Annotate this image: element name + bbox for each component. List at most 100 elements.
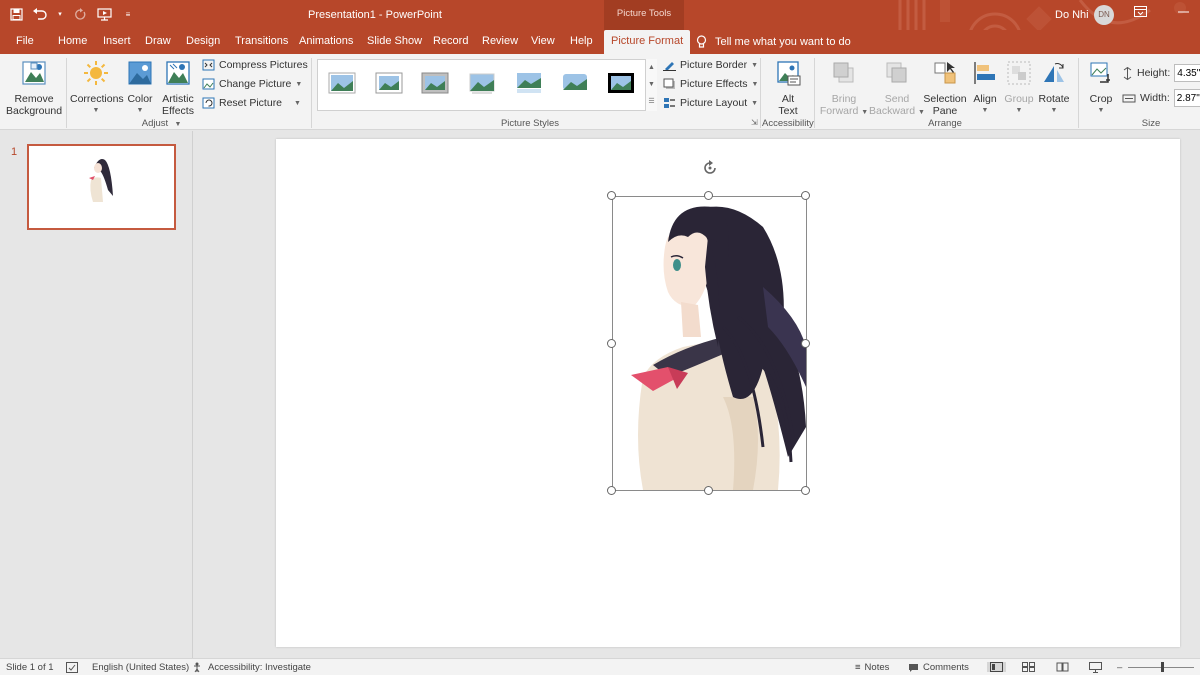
picture-layout-icon: [664, 98, 675, 108]
picture-style-3[interactable]: [421, 72, 449, 94]
gallery-scroll-up-icon[interactable]: ▲: [646, 59, 657, 76]
group-button[interactable]: Group ▼: [1002, 60, 1036, 117]
tab-design[interactable]: Design: [186, 30, 220, 54]
slide-thumbnail[interactable]: [27, 144, 176, 230]
rotate-handle-icon[interactable]: [700, 158, 720, 178]
redo-icon[interactable]: [72, 5, 88, 23]
tab-insert[interactable]: Insert: [103, 30, 131, 54]
language-indicator[interactable]: English (United States): [92, 662, 189, 673]
separator: [814, 58, 815, 128]
bring-forward-label-line2: Forward: [819, 105, 859, 117]
tab-picture-format[interactable]: Picture Format: [604, 30, 691, 54]
send-backward-label-line1: Send: [884, 93, 910, 105]
tell-me-search[interactable]: Tell me what you want to do: [696, 30, 851, 54]
send-backward-button[interactable]: Send Backward ▼: [868, 60, 926, 119]
tell-me-label: Tell me what you want to do: [715, 35, 851, 48]
gallery-scrollbar[interactable]: ▲ ▼ ☰: [645, 59, 657, 111]
crop-button[interactable]: Crop ▼: [1084, 60, 1118, 117]
resize-handle-left[interactable]: [607, 339, 616, 348]
tab-animations[interactable]: Animations: [299, 30, 353, 54]
picture-style-5[interactable]: [515, 72, 543, 94]
accessibility-status[interactable]: Accessibility: Investigate: [192, 662, 311, 673]
remove-background-button[interactable]: Remove Background: [6, 60, 62, 117]
zoom-slider-thumb[interactable]: [1161, 662, 1164, 672]
normal-view-button[interactable]: [987, 662, 1006, 672]
comments-button[interactable]: Comments: [908, 662, 969, 673]
tab-home[interactable]: Home: [58, 30, 87, 54]
accessibility-icon: [194, 662, 200, 673]
height-input[interactable]: [1174, 64, 1200, 82]
title-bar: ▾ ≡ Presentation1 - PowerPoint Picture T…: [0, 0, 1200, 54]
width-icon: [1122, 94, 1136, 102]
gallery-more-icon[interactable]: ☰: [646, 93, 657, 110]
corrections-button[interactable]: Corrections ▼: [70, 60, 124, 117]
picture-border-button[interactable]: Picture Border ▼: [663, 59, 758, 71]
comments-label: Comments: [923, 662, 969, 673]
slide-sorter-button[interactable]: [1022, 662, 1035, 672]
tab-transitions[interactable]: Transitions: [235, 30, 288, 54]
compress-pictures-button[interactable]: Compress Pictures: [202, 59, 308, 71]
picture-border-label: Picture Border: [680, 59, 748, 71]
reset-picture-button[interactable]: Reset Picture ▼: [202, 97, 301, 109]
tab-view[interactable]: View: [531, 30, 555, 54]
tab-review[interactable]: Review: [482, 30, 518, 54]
align-button[interactable]: Align ▼: [970, 60, 1000, 117]
tab-record[interactable]: Record: [433, 30, 468, 54]
picture-layout-button[interactable]: Picture Layout ▼: [663, 97, 758, 109]
start-from-beginning-icon[interactable]: [96, 5, 112, 23]
reset-picture-label: Reset Picture: [219, 97, 283, 109]
picture-styles-gallery: [317, 59, 657, 111]
notes-button[interactable]: ≡ Notes: [855, 662, 889, 673]
selection-pane-label-line2: Pane: [932, 105, 958, 117]
customize-qat-icon[interactable]: ≡: [120, 5, 136, 23]
picture-effects-button[interactable]: Picture Effects ▼: [663, 78, 758, 90]
height-icon: [1123, 66, 1132, 80]
resize-handle-right[interactable]: [801, 339, 810, 348]
undo-icon[interactable]: [32, 5, 48, 23]
rotate-label: Rotate: [1038, 93, 1070, 105]
undo-dropdown-icon[interactable]: ▾: [56, 5, 64, 23]
slide-show-button[interactable]: [1089, 662, 1102, 673]
notes-icon: ≡: [855, 662, 861, 673]
rotate-button[interactable]: Rotate ▼: [1036, 60, 1072, 117]
spelling-check-icon[interactable]: [66, 662, 78, 673]
change-picture-label: Change Picture: [219, 78, 292, 90]
picture-style-2[interactable]: [375, 72, 403, 94]
picture-style-6[interactable]: [561, 72, 589, 94]
zoom-out-button[interactable]: –: [1117, 662, 1122, 673]
reading-view-button[interactable]: [1056, 662, 1069, 672]
dialog-launcher-icon[interactable]: ⇲: [751, 118, 758, 127]
bring-forward-button[interactable]: Bring Forward ▼: [818, 60, 870, 119]
resize-handle-bottom-right[interactable]: [801, 486, 810, 495]
save-icon[interactable]: [8, 5, 24, 23]
selection-pane-button[interactable]: Selection Pane: [922, 60, 968, 117]
artistic-effects-label-line2: Effects: [162, 105, 194, 117]
tab-file[interactable]: File: [16, 30, 34, 54]
chevron-down-icon: ▼: [92, 107, 100, 114]
selected-picture[interactable]: [612, 196, 807, 491]
resize-handle-bottom[interactable]: [704, 486, 713, 495]
minimize-icon[interactable]: [1178, 6, 1189, 20]
resize-handle-top-left[interactable]: [607, 191, 616, 200]
width-input[interactable]: [1173, 89, 1200, 107]
picture-style-7[interactable]: [607, 72, 635, 94]
alt-text-button[interactable]: Alt Text: [770, 60, 806, 117]
tab-slide-show[interactable]: Slide Show: [367, 30, 422, 54]
picture-style-4[interactable]: [468, 72, 496, 94]
change-picture-button[interactable]: Change Picture ▼: [202, 78, 302, 90]
resize-handle-bottom-left[interactable]: [607, 486, 616, 495]
gallery-scroll-down-icon[interactable]: ▼: [646, 76, 657, 93]
resize-handle-top[interactable]: [704, 191, 713, 200]
alt-text-label-line1: Alt: [781, 93, 795, 105]
bring-forward-icon: [833, 62, 854, 83]
tab-help[interactable]: Help: [570, 30, 593, 54]
alt-text-label-line2: Text: [778, 105, 798, 117]
color-button[interactable]: Color ▼: [124, 60, 156, 117]
tab-draw[interactable]: Draw: [145, 30, 171, 54]
user-avatar[interactable]: DN: [1094, 5, 1114, 25]
resize-handle-top-right[interactable]: [801, 191, 810, 200]
user-name[interactable]: Do Nhi: [1055, 9, 1089, 21]
picture-style-1[interactable]: [328, 72, 356, 94]
ribbon-display-options-icon[interactable]: [1134, 6, 1147, 20]
align-label: Align: [973, 93, 997, 105]
